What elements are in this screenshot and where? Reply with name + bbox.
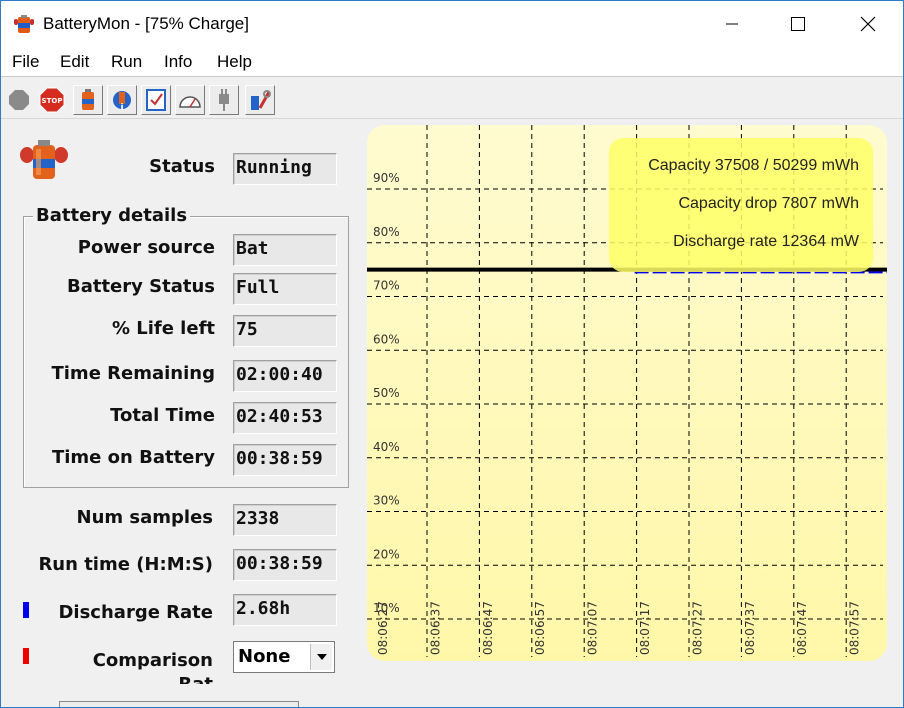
- gauge-icon: [179, 96, 201, 108]
- x-tick-label: 08:07:37: [743, 601, 757, 655]
- power-source-label: Power source: [77, 237, 215, 258]
- comparison-dropdown[interactable]: None: [233, 641, 335, 673]
- menu-help[interactable]: Help: [217, 52, 252, 72]
- discharge-rate-value: 2.68h: [233, 594, 337, 626]
- time-on-battery-value: 00:38:59: [233, 444, 337, 476]
- battery-icon: [82, 89, 94, 110]
- x-tick-label: 08:06:57: [533, 601, 547, 655]
- x-tick-label: 08:07:27: [690, 601, 704, 655]
- battery-info-button[interactable]: i: [107, 85, 137, 115]
- power-source-value: Bat: [233, 234, 337, 266]
- battery-status-value: Full: [233, 273, 337, 305]
- minimize-icon: [726, 23, 738, 25]
- svg-text:STOP: STOP: [42, 97, 63, 105]
- discharge-rate-label: Discharge Rate: [58, 602, 213, 623]
- info-line: Capacity drop 7807 mWh: [678, 195, 859, 212]
- comparison-label: Comparison: [92, 650, 213, 671]
- num-samples-value: 2338: [233, 504, 337, 536]
- y-tick-label: 90%: [373, 171, 400, 185]
- menu-bar: File Edit Run Info Help: [1, 47, 903, 77]
- menu-run[interactable]: Run: [111, 52, 142, 72]
- record-button[interactable]: [4, 85, 34, 115]
- life-left-label: % Life left: [111, 318, 215, 339]
- checklist-button[interactable]: [141, 85, 171, 115]
- stop-button[interactable]: STOP: [37, 85, 67, 115]
- time-remaining-value: 02:00:40: [233, 360, 337, 392]
- time-remaining-label: Time Remaining: [51, 363, 215, 384]
- y-tick-label: 80%: [373, 225, 400, 239]
- info-line: Capacity 37508 / 50299 mWh: [648, 157, 859, 174]
- plug-button[interactable]: [209, 85, 239, 115]
- life-left-value: 75: [233, 315, 337, 347]
- comparison-selected-value: None: [238, 646, 291, 667]
- plug-icon: [219, 89, 229, 111]
- comparison-marker: [23, 648, 29, 664]
- y-tick-label: 40%: [373, 440, 400, 454]
- checklist-icon: [146, 89, 166, 111]
- maximize-icon: [791, 17, 805, 31]
- x-tick-label: 08:06:27: [376, 601, 390, 655]
- record-icon: [9, 90, 29, 110]
- time-on-battery-label: Time on Battery: [51, 447, 215, 468]
- gauge-button[interactable]: [175, 85, 205, 115]
- status-value: Running: [233, 153, 337, 185]
- close-icon: [860, 16, 876, 32]
- num-samples-label: Num samples: [76, 507, 214, 528]
- battery-details-legend: Battery details: [33, 205, 191, 226]
- total-time-value: 02:40:53: [233, 402, 337, 434]
- x-tick-label: 08:07:17: [638, 601, 652, 655]
- x-tick-label: 08:07:07: [586, 601, 600, 655]
- app-window: BatteryMon - [75% Charge] File Edit Run …: [0, 0, 904, 708]
- svg-text:i: i: [120, 103, 123, 112]
- minimize-button[interactable]: [709, 1, 755, 47]
- title-bar: BatteryMon - [75% Charge]: [1, 1, 903, 47]
- x-tick-label: 08:06:37: [428, 601, 442, 655]
- x-tick-label: 08:07:47: [795, 601, 809, 655]
- discharge-rate-marker: [23, 602, 29, 618]
- tools-icon: [251, 90, 271, 110]
- run-time-label: Run time (H:M:S): [38, 554, 213, 575]
- battery-status-label: Battery Status: [66, 276, 215, 297]
- status-label: Status: [149, 156, 215, 177]
- window-title: BatteryMon - [75% Charge]: [43, 14, 249, 33]
- bottom-button-edge[interactable]: [59, 701, 299, 707]
- dropdown-arrow-button[interactable]: [310, 644, 332, 670]
- y-tick-label: 60%: [373, 332, 400, 346]
- y-tick-label: 50%: [373, 386, 400, 400]
- battery-mascot-icon: [20, 140, 68, 179]
- info-line: Discharge rate 12364 mW: [673, 233, 860, 250]
- battery-chart: 90%80%70%60%50%40%30%20%10% 08:06:27 08:0…: [367, 125, 887, 661]
- comparison-label-second-line: Rat: [178, 674, 213, 684]
- menu-file[interactable]: File: [12, 52, 39, 72]
- app-battery-icon: [14, 15, 34, 33]
- maximize-button[interactable]: [775, 1, 821, 47]
- battery-info-icon: i: [113, 91, 131, 112]
- menu-info[interactable]: Info: [164, 52, 192, 72]
- run-time-value: 00:38:59: [233, 549, 337, 581]
- y-tick-label: 30%: [373, 494, 400, 508]
- x-tick-label: 08:06:47: [481, 601, 495, 655]
- battery-button[interactable]: [73, 85, 103, 115]
- total-time-label: Total Time: [110, 405, 215, 426]
- x-tick-label: 08:07:57: [848, 601, 862, 655]
- close-button[interactable]: [845, 1, 891, 47]
- y-tick-label: 70%: [373, 279, 400, 293]
- menu-edit[interactable]: Edit: [60, 52, 89, 72]
- y-tick-label: 20%: [373, 547, 400, 561]
- stop-icon: STOP: [39, 87, 65, 113]
- toolbar: STOP i: [1, 79, 903, 119]
- chevron-down-icon: [316, 654, 327, 660]
- tools-button[interactable]: [245, 85, 275, 115]
